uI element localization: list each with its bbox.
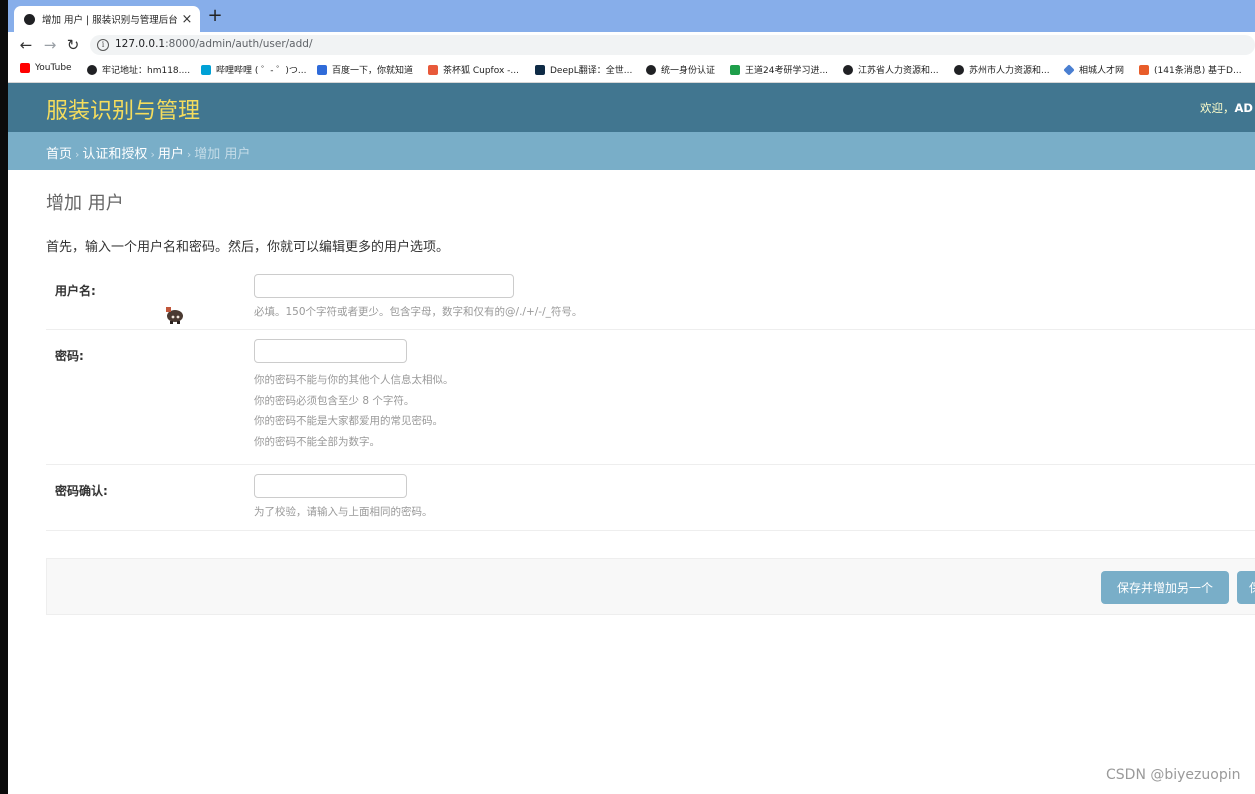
username-input[interactable] [254,274,514,298]
password-help-list: 你的密码不能与你的其他个人信息太相似。 你的密码必须包含至少 8 个字符。 你的… [254,370,454,452]
url-bar[interactable]: i 127.0.0.1:8000/admin/auth/user/add/ [90,35,1255,55]
password-help-item: 你的密码不能全部为数字。 [254,435,380,448]
forward-button[interactable]: → [40,35,60,55]
password-confirm-input[interactable] [254,474,407,498]
save-and-add-another-button[interactable]: 保存并增加另一个 [1101,571,1229,604]
back-button[interactable]: ← [16,35,36,55]
url-host: 127.0.0.1 [115,38,166,50]
bookmark-label: 江苏省人力资源和... [858,66,939,76]
close-tab-icon[interactable]: × [180,12,194,27]
breadcrumb: 首页 › 认证和授权 › 用户 › 增加 用户 [8,132,1255,170]
password-row: 密码: 你的密码不能与你的其他个人信息太相似。 你的密码必须包含至少 8 个字符… [46,329,1255,465]
admin-header: 服装识别与管理 欢迎，AD [8,83,1255,132]
bookmark-label: 相城人才网 [1079,66,1125,76]
browser-tab[interactable]: 增加 用户 | 服装识别与管理后台 × [14,6,200,32]
breadcrumb-app-link[interactable]: 认证和授权 [82,147,147,162]
bookmark-item[interactable]: 统一身份认证 [646,63,715,76]
bookmark-label: 茶杯狐 Cupfox -... [443,66,519,76]
watermark: CSDN @biyezuopin [1106,767,1241,783]
bookmark-youtube[interactable]: YouTube [20,63,72,73]
password-help-item: 你的密码不能是大家都爱用的常见密码。 [254,415,443,428]
breadcrumb-model-link[interactable]: 用户 [158,147,184,162]
youtube-icon [20,63,30,73]
globe-icon [843,64,853,75]
bookmark-label: YouTube [35,63,72,73]
username-row: 用户名: 必填。150个字符或者更少。包含字母，数字和仅有的@/./+/-/_符… [46,264,1255,330]
cupfox-icon [428,64,438,75]
bookmark-baidu[interactable]: 百度一下，你就知道 [317,63,413,76]
bookmark-label: (141条消息) 基于D... [1154,66,1242,76]
globe-icon [87,64,97,75]
bookmark-deepl[interactable]: DeepL翻译：全世... [535,63,632,76]
password-label: 密码: [55,349,84,363]
bookmark-label: 牢记地址：hm118.... [102,66,191,76]
globe-icon [954,64,964,75]
bilibili-icon [201,64,211,75]
form-intro: 首先，输入一个用户名和密码。然后，你就可以编辑更多的用户选项。 [46,240,450,255]
reload-button[interactable]: ↻ [63,35,83,55]
new-tab-button[interactable]: + [204,5,226,27]
username-label: 用户名: [55,284,96,298]
breadcrumb-separator: › [150,148,155,161]
browser-window: 增加 用户 | 服装识别与管理后台 × + ← → ↻ i 127.0.0.1:… [8,0,1255,794]
globe-icon [24,13,35,25]
diamond-icon [1063,63,1075,76]
user-tools: 欢迎，AD [1200,100,1253,116]
sheet-icon [730,64,740,75]
baidu-icon [317,64,327,75]
bookmark-item[interactable]: 王道24考研学习进... [730,63,828,76]
url-path: :8000/admin/auth/user/add/ [165,38,313,50]
welcome-text: 欢迎， [1200,101,1235,115]
address-toolbar: ← → ↻ i 127.0.0.1:8000/admin/auth/user/a… [8,32,1255,58]
breadcrumb-current: 增加 用户 [194,147,251,162]
password-confirm-label: 密码确认: [55,484,108,498]
globe-icon [646,64,656,75]
bookmark-cupfox[interactable]: 茶杯狐 Cupfox -... [428,63,519,76]
page-title: 增加 用户 [46,193,124,214]
tab-title: 增加 用户 | 服装识别与管理后台 [42,15,178,26]
password-help-item: 你的密码不能与你的其他个人信息太相似。 [254,374,454,386]
password-input[interactable] [254,339,407,363]
bookmark-label: 苏州市人力资源和... [969,66,1050,76]
password-confirm-row: 密码确认: 为了校验，请输入与上面相同的密码。 [46,464,1255,531]
bookmark-label: 王道24考研学习进... [745,66,829,76]
breadcrumb-separator: › [186,148,192,161]
breadcrumb-home-link[interactable]: 首页 [46,147,72,162]
bookmark-item[interactable]: 相城人才网 [1063,63,1125,76]
url-text[interactable]: 127.0.0.1:8000/admin/auth/user/add/ [115,38,312,50]
site-brand[interactable]: 服装识别与管理 [46,93,200,125]
bookmarks-bar: YouTube 牢记地址：hm118.... 哔哩哔哩 ( ゜- ゜)つ... … [8,58,1255,83]
breadcrumb-separator: › [75,148,80,161]
save-button[interactable]: 保 [1237,571,1255,604]
bookmark-label: 统一身份认证 [661,66,716,76]
submit-row: 保存并增加另一个 保 [46,558,1255,615]
mascot-icon [166,307,183,324]
bookmark-bilibili[interactable]: 哔哩哔哩 ( ゜- ゜)つ... [201,63,306,76]
window-edge [0,0,8,794]
csdn-icon [1139,64,1149,75]
bookmark-csdn[interactable]: (141条消息) 基于D... [1139,63,1242,76]
username-help: 必填。150个字符或者更少。包含字母，数字和仅有的@/./+/-/_符号。 [254,306,583,318]
bookmark-item[interactable]: 江苏省人力资源和... [843,63,939,76]
password-confirm-help: 为了校验，请输入与上面相同的密码。 [254,506,433,518]
bookmark-label: DeepL翻译：全世... [550,66,633,76]
password-help-item: 你的密码必须包含至少 8 个字符。 [254,394,415,407]
username-display: AD [1234,101,1253,115]
deepl-icon [535,64,545,75]
bookmark-label: 哔哩哔哩 ( ゜- ゜)つ... [216,66,307,76]
bookmark-item[interactable]: 苏州市人力资源和... [954,63,1050,76]
bookmark-item[interactable]: 牢记地址：hm118.... [87,63,190,76]
bookmark-label: 百度一下，你就知道 [332,66,414,76]
tab-strip: 增加 用户 | 服装识别与管理后台 × + [8,0,1255,32]
info-icon[interactable]: i [97,39,109,51]
